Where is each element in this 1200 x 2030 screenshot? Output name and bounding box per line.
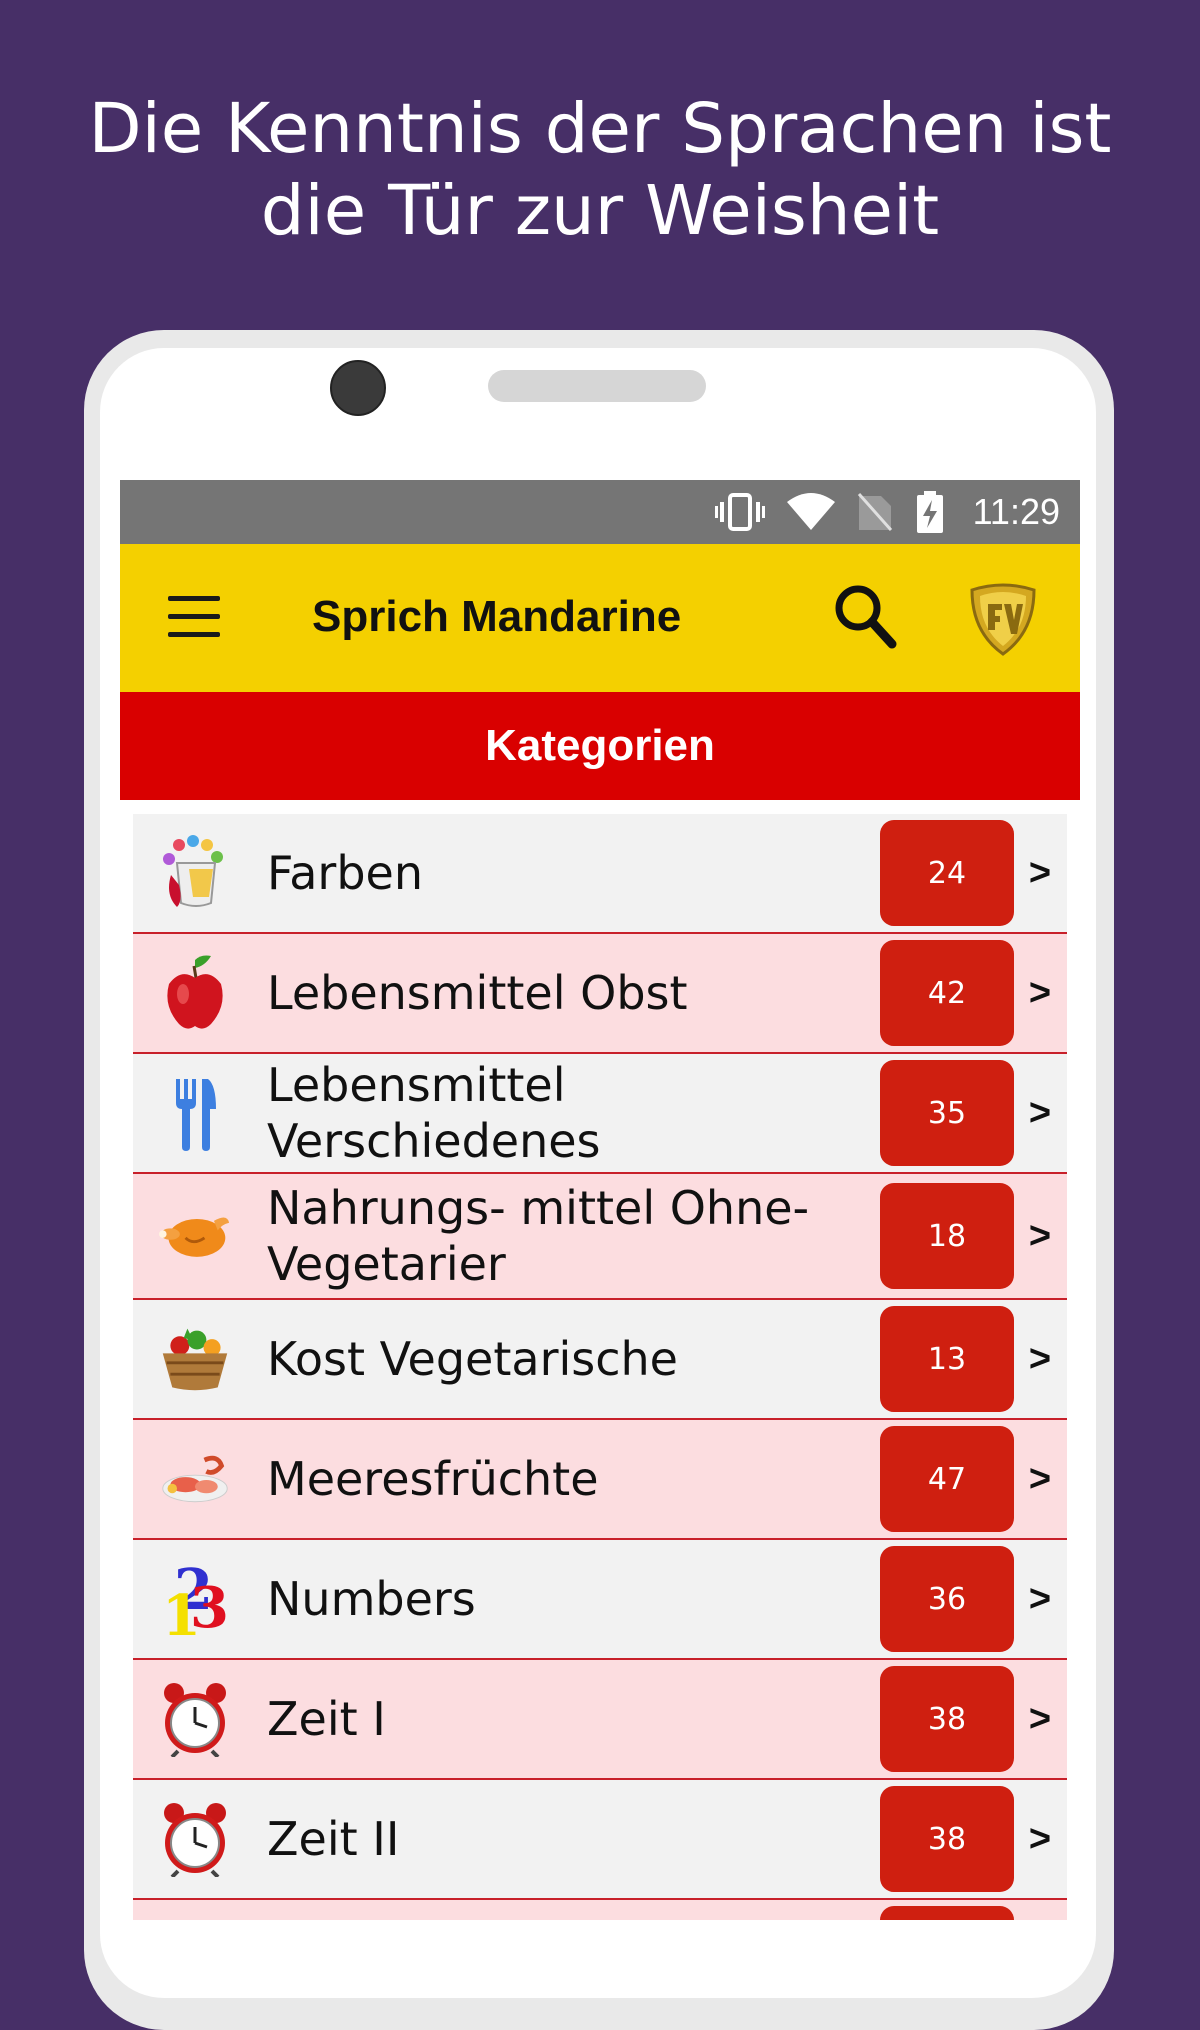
list-item[interactable]: Kost Vegetarische 13 > — [133, 1300, 1067, 1420]
headline: Die Kenntnis der Sprachen ist die Tür zu… — [0, 88, 1200, 252]
speaker-grille — [488, 370, 706, 402]
wifi-icon — [786, 492, 835, 532]
section-title: Kategorien — [120, 692, 1080, 800]
headline-line-1: Die Kenntnis der Sprachen ist — [88, 89, 1112, 169]
chevron-right-icon: > — [1028, 1577, 1052, 1620]
list-item-partial[interactable] — [133, 1900, 1067, 1920]
menu-icon[interactable] — [168, 596, 220, 640]
chevron-right-icon: > — [1028, 1214, 1052, 1257]
count-badge: 42 — [880, 940, 1014, 1046]
app-title: Sprich Mandarine — [312, 592, 682, 641]
alarm-clock-icon — [159, 1679, 231, 1759]
list-item[interactable]: 2 3 1 Numbers 36 > — [133, 1540, 1067, 1660]
app-screen: 11:29 Sprich Mandarine Kategorien Farben… — [120, 480, 1080, 1920]
chevron-right-icon: > — [1028, 1091, 1052, 1134]
battery-charging-icon — [915, 491, 945, 533]
headline-line-2: die Tür zur Weisheit — [260, 171, 940, 251]
list-item[interactable]: Meeresfrüchte 47 > — [133, 1420, 1067, 1540]
list-item[interactable]: Lebensmittel Obst 42 > — [133, 934, 1067, 1054]
apple-icon — [159, 953, 231, 1033]
count-badge: 24 — [880, 820, 1014, 926]
status-bar: 11:29 — [120, 480, 1080, 544]
chevron-right-icon: > — [1028, 971, 1052, 1014]
list-item[interactable]: Nahrungs- mittel Ohne-Vegetarier 18 > — [133, 1174, 1067, 1300]
chevron-right-icon: > — [1028, 1457, 1052, 1500]
count-badge: 47 — [880, 1426, 1014, 1532]
search-icon[interactable] — [830, 582, 900, 652]
list-item-label: Kost Vegetarische — [267, 1332, 678, 1386]
status-time: 11:29 — [972, 491, 1060, 532]
paint-bucket-icon — [159, 833, 231, 913]
list-item-label: Lebensmittel Verschiedenes — [267, 1058, 601, 1168]
list-item[interactable]: Farben 24 > — [133, 814, 1067, 934]
list-item-label: Lebensmittel Obst — [267, 966, 688, 1020]
roast-chicken-icon — [159, 1196, 231, 1276]
chevron-right-icon: > — [1028, 851, 1052, 894]
fork-knife-icon — [159, 1073, 231, 1153]
count-badge-partial — [880, 1906, 1014, 1920]
list-item-label: Nahrungs- mittel Ohne-Vegetarier — [267, 1181, 810, 1291]
count-badge: 13 — [880, 1306, 1014, 1412]
list-item-label: Zeit II — [267, 1812, 400, 1866]
list-item-label: Numbers — [267, 1572, 476, 1626]
count-badge: 35 — [880, 1060, 1014, 1166]
list-item[interactable]: Zeit II 38 > — [133, 1780, 1067, 1900]
vegetable-basket-icon — [159, 1319, 231, 1399]
list-item-label: Farben — [267, 846, 423, 900]
category-list: Farben 24 > Lebensmittel Obst 42 > Leben… — [133, 814, 1067, 1920]
app-bar: Sprich Mandarine — [120, 544, 1080, 692]
numbers-icon: 2 3 1 — [159, 1559, 231, 1639]
list-item-label: Meeresfrüchte — [267, 1452, 599, 1506]
count-badge: 36 — [880, 1546, 1014, 1652]
count-badge: 38 — [880, 1786, 1014, 1892]
chevron-right-icon: > — [1028, 1337, 1052, 1380]
svg-text:1: 1 — [162, 1583, 201, 1637]
vibrate-icon — [714, 492, 765, 532]
count-badge: 38 — [880, 1666, 1014, 1772]
no-sim-icon — [857, 492, 893, 532]
count-badge: 18 — [880, 1183, 1014, 1289]
chevron-right-icon: > — [1028, 1817, 1052, 1860]
list-item[interactable]: Zeit I 38 > — [133, 1660, 1067, 1780]
seafood-icon — [159, 1439, 231, 1519]
list-item[interactable]: Lebensmittel Verschiedenes 35 > — [133, 1054, 1067, 1174]
list-item-label: Zeit I — [267, 1692, 386, 1746]
chevron-right-icon: > — [1028, 1697, 1052, 1740]
camera-icon — [330, 360, 386, 416]
alarm-clock-icon — [159, 1799, 231, 1879]
shield-logo-icon[interactable] — [966, 580, 1040, 656]
